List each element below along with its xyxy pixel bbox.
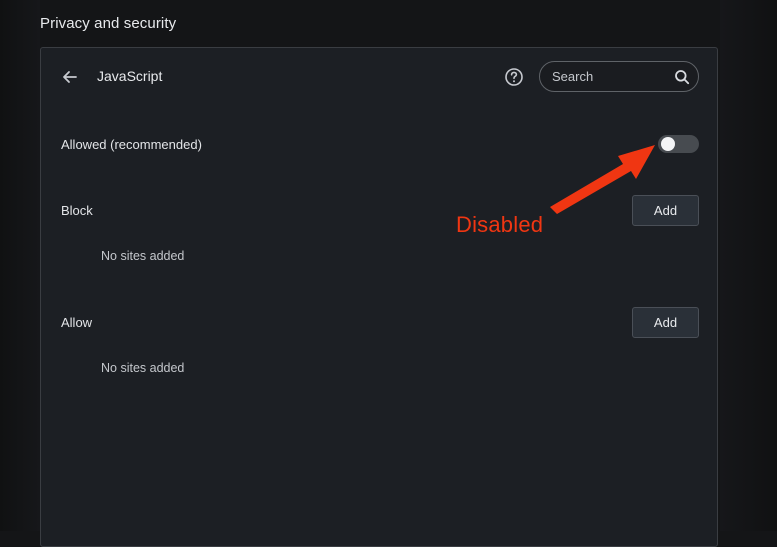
back-arrow-icon[interactable] — [61, 68, 79, 86]
panel-title: JavaScript — [97, 68, 163, 84]
search-box[interactable] — [539, 61, 699, 92]
disabled-annotation: Disabled — [456, 212, 544, 237]
section-title: Privacy and security — [40, 15, 177, 32]
block-section-label: Block — [61, 203, 93, 218]
search-input[interactable] — [552, 69, 674, 84]
help-icon[interactable] — [504, 67, 524, 87]
allow-section-label: Allow — [61, 315, 93, 330]
block-empty-text: No sites added — [101, 249, 185, 263]
javascript-settings-panel: JavaScript Allowed (recommended) Block A… — [40, 47, 718, 547]
right-background-strip — [720, 0, 777, 531]
annotation-arrow-icon — [550, 145, 655, 214]
left-background-strip — [0, 0, 40, 531]
add-allow-site-button[interactable]: Add — [632, 307, 699, 338]
search-icon[interactable] — [674, 69, 690, 85]
allow-empty-text: No sites added — [101, 361, 185, 375]
allowed-recommended-label: Allowed (recommended) — [61, 137, 202, 152]
